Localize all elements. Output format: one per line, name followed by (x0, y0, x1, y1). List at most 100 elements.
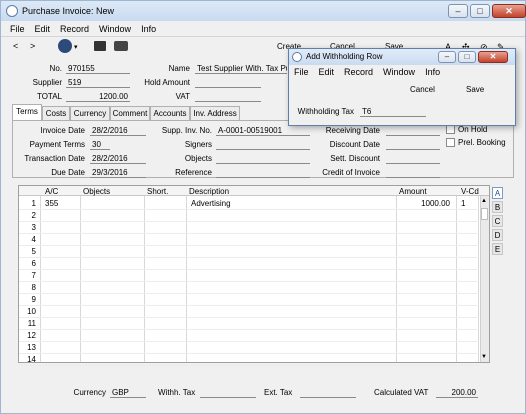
row-number: 13 (27, 343, 36, 352)
tab-inv-address[interactable]: Inv. Address (190, 106, 240, 120)
gear-icon[interactable] (58, 39, 72, 53)
dialog-menu-edit[interactable]: Edit (319, 67, 335, 77)
row-number: 4 (31, 235, 36, 244)
minimize-button[interactable]: – (448, 4, 468, 18)
cell-ac[interactable]: 355 (42, 198, 78, 209)
withholding-tax-field[interactable]: T6 (360, 106, 426, 117)
dialog-cancel-button[interactable]: Cancel (410, 85, 435, 94)
col-description: Description (189, 187, 230, 196)
tab-accounts[interactable]: Accounts (150, 106, 190, 120)
credit-of-invoice-field[interactable] (386, 167, 440, 178)
grid-side-tab-e[interactable]: E (492, 243, 503, 255)
prel-booking-checkbox[interactable] (446, 138, 455, 147)
objects-field[interactable] (216, 153, 310, 164)
cell-description[interactable]: Advertising (188, 198, 394, 209)
scroll-up-icon[interactable]: ▲ (481, 198, 487, 204)
sett-discount-field[interactable] (386, 153, 440, 164)
row-number: 11 (27, 319, 36, 328)
withh-tax-label: Withh. Tax (158, 388, 196, 397)
grid-side-tab-a[interactable]: A (492, 187, 503, 199)
table-row (19, 293, 479, 294)
grid-side-tab-d[interactable]: D (492, 229, 503, 241)
col-vcd: V-Cd (461, 187, 479, 196)
tab-costs[interactable]: Costs (42, 106, 70, 120)
no-field[interactable]: 970155 (66, 63, 130, 74)
row-number: 14 (27, 355, 36, 364)
tab-comment[interactable]: Comment (110, 106, 150, 120)
due-date-field[interactable]: 29/3/2016 (90, 167, 146, 178)
previous-record-icon[interactable]: < (13, 41, 18, 51)
name-field[interactable]: Test Supplier With. Tax Pur (195, 63, 287, 74)
grid-side-tab-b[interactable]: B (492, 201, 503, 213)
tab-currency[interactable]: Currency (70, 106, 110, 120)
vat-label: VAT (175, 92, 190, 101)
currency-label: Currency (73, 388, 106, 397)
objects-label: Objects (184, 154, 212, 163)
payment-terms-field[interactable]: 30 (90, 139, 110, 150)
on-hold-checkbox[interactable] (446, 125, 455, 134)
items-grid (18, 185, 490, 363)
signers-field[interactable] (216, 139, 310, 150)
transaction-date-field[interactable]: 28/2/2016 (90, 153, 146, 164)
payment-terms-label: Payment Terms (29, 140, 85, 149)
menu-info[interactable]: Info (141, 24, 156, 34)
transaction-date-label: Transaction Date (24, 154, 85, 163)
calculated-vat-field: 200.00 (436, 387, 478, 398)
vat-field (195, 91, 261, 102)
scroll-thumb[interactable] (481, 208, 488, 220)
dialog-menu-window[interactable]: Window (383, 67, 415, 77)
table-row (19, 353, 479, 354)
maximize-button[interactable]: □ (470, 4, 490, 18)
name-label: Name (168, 64, 190, 73)
discount-date-label: Discount Date (329, 140, 380, 149)
tab-terms[interactable]: Terms (12, 104, 42, 120)
receiving-date-field[interactable] (386, 125, 440, 136)
grid-scrollbar[interactable] (480, 196, 489, 362)
ext-tax-field (300, 387, 356, 398)
close-button[interactable]: ✕ (492, 4, 526, 18)
menu-edit[interactable]: Edit (35, 24, 51, 34)
invoice-date-field[interactable]: 28/2/2016 (90, 125, 146, 136)
menu-record[interactable]: Record (60, 24, 89, 34)
withh-tax-field (200, 387, 256, 398)
menu-separator (1, 36, 525, 37)
signers-label: Signers (184, 140, 212, 149)
scroll-down-icon[interactable]: ▼ (481, 354, 487, 360)
table-row (19, 317, 479, 318)
discount-date-field[interactable] (386, 139, 440, 150)
invoice-date-label: Invoice Date (40, 126, 85, 135)
supplier-field[interactable]: 519 (66, 77, 130, 88)
menu-window[interactable]: Window (99, 24, 131, 34)
dialog-menu-file[interactable]: File (294, 67, 309, 77)
currency-field[interactable]: GBP (110, 387, 146, 398)
col-objects: Objects (83, 187, 111, 196)
table-row (19, 305, 479, 306)
table-row (19, 341, 479, 342)
print-icon[interactable] (94, 41, 106, 51)
menu-bar: File Edit Record Window Info (10, 24, 166, 34)
next-record-icon[interactable]: > (30, 41, 35, 51)
print-preview-icon[interactable] (114, 41, 128, 51)
cell-amount[interactable]: 1000.00 (398, 198, 454, 209)
supp-inv-field[interactable]: A-0001-00519001 (216, 125, 310, 136)
chevron-down-icon[interactable]: ▾ (74, 43, 78, 51)
no-label: No. (49, 64, 62, 73)
row-number: 2 (31, 211, 36, 220)
dialog-maximize-button[interactable]: □ (458, 51, 476, 63)
sett-discount-label: Sett. Discount (330, 154, 380, 163)
reference-field[interactable] (216, 167, 310, 178)
dialog-close-button[interactable]: ✕ (478, 51, 508, 63)
grid-side-tab-c[interactable]: C (492, 215, 503, 227)
dialog-menu-info[interactable]: Info (425, 67, 440, 77)
dialog-menu-record[interactable]: Record (344, 67, 373, 77)
row-number: 8 (31, 283, 36, 292)
dialog-minimize-button[interactable]: – (438, 51, 456, 63)
dialog-save-button[interactable]: Save (466, 85, 484, 94)
col-short: Short. (147, 187, 169, 196)
row-number: 12 (27, 331, 36, 340)
cell-vcd[interactable]: 1 (458, 198, 478, 209)
hold-amount-label: Hold Amount (144, 78, 190, 87)
menu-file[interactable]: File (10, 24, 25, 34)
window-title: Purchase Invoice: New (22, 6, 115, 16)
hold-amount-field[interactable] (195, 77, 261, 88)
